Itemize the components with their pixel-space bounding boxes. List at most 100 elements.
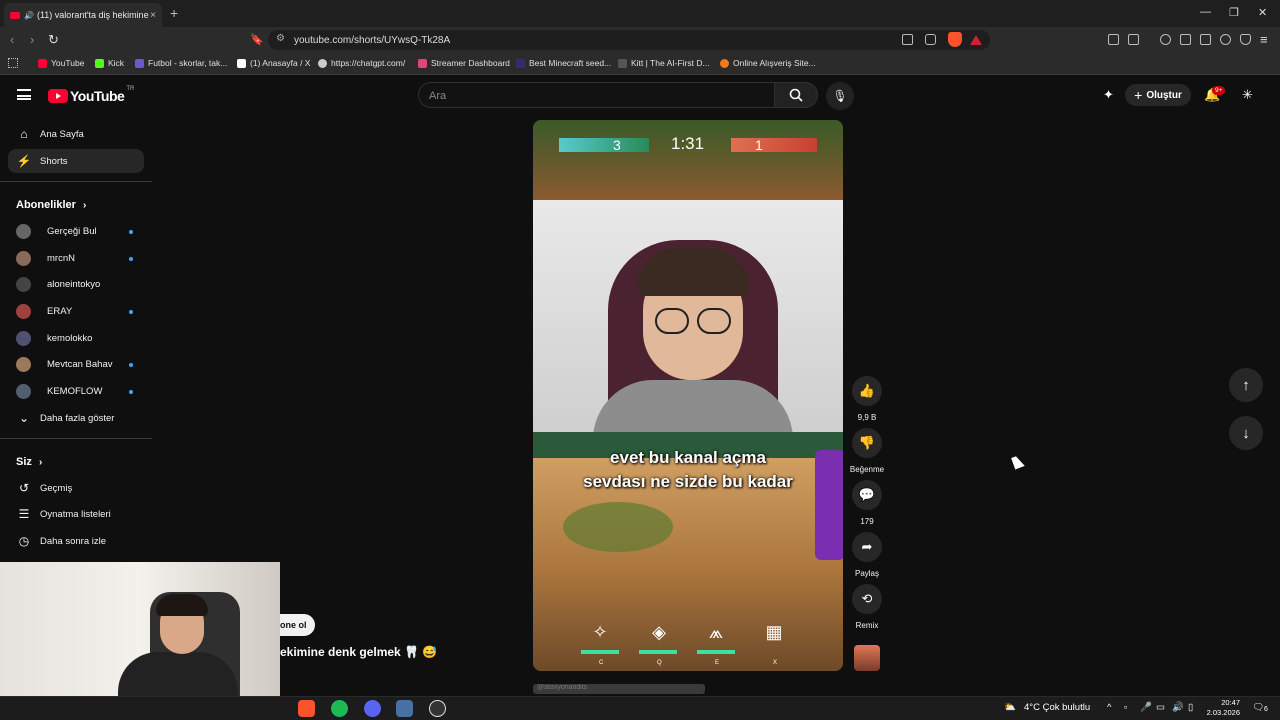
mic-icon[interactable]: 🎤 <box>1140 702 1152 713</box>
bookmark-item[interactable]: Kick <box>95 58 124 68</box>
sidebar-item-subscription[interactable]: ERAY <box>8 299 144 323</box>
ability-bar: ✧ ◈ ⩕ ▦ C Q E X <box>533 618 843 671</box>
sidebar-item-subscription[interactable]: kemolokko <box>8 326 144 350</box>
battery-icon[interactable]: ▯ <box>1188 702 1193 713</box>
new-tab-button[interactable]: + <box>170 5 178 21</box>
show-more-button[interactable]: ⌄ Daha fazla göster <box>8 406 144 430</box>
guide-menu-icon[interactable] <box>17 89 31 100</box>
ai-icon[interactable] <box>1220 34 1231 45</box>
weather-icon[interactable]: ⛅ <box>1004 702 1016 713</box>
search-input[interactable]: Ara <box>418 82 775 108</box>
chevron-up-icon[interactable]: ^ <box>1107 702 1111 713</box>
sparkle-icon[interactable]: ✦ <box>1103 87 1114 103</box>
url-text: youtube.com/shorts/UYwsQ-Tk28A <box>294 34 451 46</box>
share-button[interactable]: ➦ Paylaş <box>852 532 882 578</box>
new-content-dot <box>129 310 133 314</box>
music-icon[interactable] <box>1160 34 1171 45</box>
bookmark-item[interactable]: YouTube <box>38 58 84 68</box>
notification-center-icon[interactable]: 🗨 <box>1252 702 1264 713</box>
url-field[interactable]: ⚙ youtube.com/shorts/UYwsQ-Tk28A <box>268 30 990 50</box>
like-button[interactable]: 👍 9,9 B <box>852 376 882 422</box>
bookmark-item[interactable]: Kitt | The AI-First D... <box>618 58 710 68</box>
previous-short-button[interactable]: ↑ <box>1229 368 1263 402</box>
logo-text: YouTube <box>70 88 125 104</box>
network-icon[interactable]: ▭ <box>1156 702 1165 713</box>
avatar[interactable]: ✳ <box>1242 87 1253 103</box>
speaker-icon[interactable]: 🔊 <box>24 11 34 20</box>
youtube-logo[interactable]: YouTube TR <box>48 86 134 104</box>
close-window-icon[interactable]: ✕ <box>1258 6 1267 19</box>
split-view-icon[interactable] <box>1180 34 1191 45</box>
caption-line: sevdası ne sizde bu kadar <box>583 472 793 491</box>
streamer-webcam-frame <box>533 200 843 432</box>
sidebar-item-subscription[interactable]: Gerçeği Bul <box>8 219 144 243</box>
sidebar-item-label: Shorts <box>40 155 68 167</box>
dislike-button[interactable]: 👎 Beğenme <box>850 428 884 474</box>
clock[interactable]: 20:47 2.03.2026 <box>1200 698 1240 718</box>
create-button[interactable]: + Oluştur <box>1125 84 1191 106</box>
forward-icon[interactable]: › <box>30 32 34 47</box>
bookmark-item[interactable]: Online Alışveriş Site... <box>720 58 816 68</box>
back-icon[interactable]: ‹ <box>10 32 14 47</box>
sidebar-item-watch-later[interactable]: ◷ Daha sonra izle <box>8 529 144 553</box>
search-button[interactable] <box>774 82 818 108</box>
subscriptions-header[interactable]: Abonelikler › <box>16 199 86 211</box>
sidebar-item-subscription[interactable]: Mevtcan Bahav <box>8 352 144 376</box>
cast-icon[interactable] <box>902 34 913 45</box>
sidebar-item-subscription[interactable]: aloneintokyo <box>8 272 144 296</box>
extensions-icon[interactable] <box>1108 34 1119 45</box>
brave-shield-icon[interactable] <box>948 32 962 47</box>
subscribe-button[interactable]: one ol <box>280 614 315 636</box>
app-icon[interactable] <box>396 700 413 717</box>
apps-icon[interactable] <box>8 58 18 68</box>
chevron-right-icon: › <box>38 457 43 468</box>
bookmark-item[interactable]: https://chatgpt.com/ <box>318 58 405 68</box>
sidebar-divider <box>0 181 152 182</box>
sidebar-item-shorts[interactable]: ⚡ Shorts <box>8 149 144 173</box>
weather-text[interactable]: 4°C Çok bulutlu <box>1024 702 1090 713</box>
minimize-icon[interactable]: — <box>1200 6 1211 18</box>
spotify-app-icon[interactable] <box>331 700 348 717</box>
sidebar-item-subscription[interactable]: mrcnN <box>8 246 144 270</box>
comments-button[interactable]: 💬 179 <box>852 480 882 526</box>
wallet-icon[interactable] <box>1200 34 1211 45</box>
reload-icon[interactable]: ↻ <box>48 32 59 48</box>
you-header[interactable]: Siz › <box>16 456 42 468</box>
menu-icon[interactable]: ≡ <box>1260 32 1268 47</box>
sidebar-item-history[interactable]: ↺ Geçmiş <box>8 476 144 500</box>
bookmark-item[interactable]: Streamer Dashboard <box>418 58 510 68</box>
bookmark-icon[interactable]: 🔖 <box>250 33 264 46</box>
bookmark-item[interactable]: Futbol - skorlar, tak... <box>135 58 227 68</box>
sidebar-item-subscription[interactable]: KEMOFLOW <box>8 379 144 403</box>
bookmark-item[interactable]: (1) Anasayfa / X <box>237 58 310 68</box>
short-title: ekimine denk gelmek 🦷 😅 <box>280 645 438 659</box>
brave-app-icon[interactable] <box>298 700 315 717</box>
next-short-button[interactable]: ↓ <box>1229 416 1263 450</box>
arrow-up-icon: ↑ <box>1242 376 1250 394</box>
remix-button[interactable]: ⟲ Remix <box>852 584 882 630</box>
search-icon <box>789 88 803 102</box>
browser-tab[interactable]: 🔊 (11) valorant'ta diş hekimine × <box>4 3 162 27</box>
brave-rewards-icon[interactable] <box>970 35 982 45</box>
ability-key: X <box>773 660 778 666</box>
restore-icon[interactable]: ❐ <box>1229 6 1239 19</box>
close-tab-icon[interactable]: × <box>150 10 156 21</box>
site-info-icon[interactable]: ⚙ <box>276 33 285 44</box>
sidebar-item-playlists[interactable]: ☰ Oynatma listeleri <box>8 502 144 526</box>
shield-icon[interactable] <box>1240 34 1251 45</box>
tray-icon[interactable]: ▫ <box>1124 702 1127 713</box>
obs-app-icon[interactable] <box>429 700 446 717</box>
share-icon[interactable] <box>925 34 936 45</box>
youtube-favicon-icon <box>10 11 20 19</box>
sidebar-item-home[interactable]: ⌂ Ana Sayfa <box>8 122 144 146</box>
sidebar-panel-icon[interactable] <box>1128 34 1139 45</box>
sidebar-item-label: Ana Sayfa <box>40 128 84 140</box>
voice-search-button[interactable]: 🎙 <box>826 82 854 110</box>
bookmark-item[interactable]: Best Minecraft seed... <box>516 58 611 68</box>
volume-icon[interactable]: 🔊 <box>1172 702 1184 713</box>
shorts-video-player[interactable]: 3 1:31 1 evet bu kanal açma sevdası ne s… <box>533 120 843 671</box>
discord-app-icon[interactable] <box>364 700 381 717</box>
sidebar-divider <box>0 438 152 439</box>
sound-thumbnail[interactable] <box>854 645 880 671</box>
bookmark-favicon-icon <box>418 58 427 68</box>
